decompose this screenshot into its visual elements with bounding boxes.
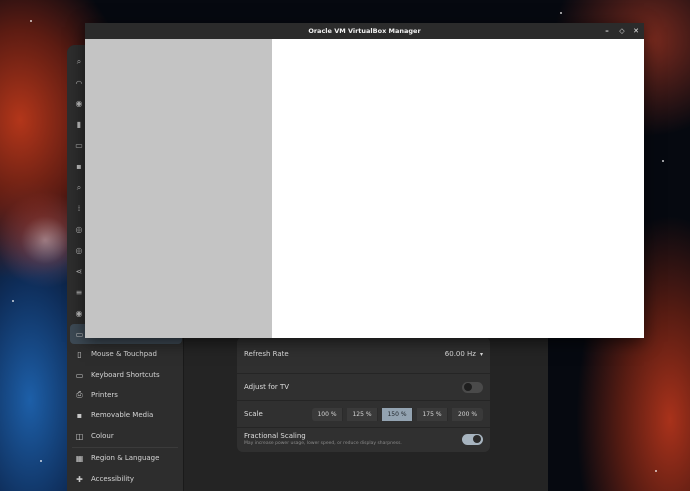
media-icon: ▪ <box>76 410 83 420</box>
privacy-icon[interactable]: ◎ <box>74 246 84 256</box>
search-icon[interactable]: ⌕ <box>74 57 84 67</box>
sidebar-item-label: Removable Media <box>91 411 154 419</box>
vm-list-pane[interactable] <box>85 39 272 338</box>
display-settings-panel: Refresh Rate 60.00 Hz ▾ Adjust for TV Sc… <box>237 337 490 452</box>
notifications-icon[interactable]: ◎ <box>74 225 84 235</box>
printer-icon: ⎙ <box>76 390 83 399</box>
fractional-scaling-text: Fractional Scaling May increase power us… <box>244 432 402 446</box>
vm-details-pane <box>272 39 644 338</box>
sidebar-item-label: Region & Language <box>91 454 160 462</box>
sidebar-item-label: Colour <box>91 432 114 440</box>
adjust-tv-toggle[interactable] <box>462 381 483 393</box>
network-icon[interactable]: ◉ <box>74 99 84 109</box>
scale-option-125[interactable]: 125 % <box>347 407 378 421</box>
chevron-down-icon[interactable]: ▾ <box>480 351 483 358</box>
bluetooth-icon[interactable]: ▮ <box>74 120 84 130</box>
minimize-icon[interactable]: – <box>600 23 614 39</box>
sidebar-item-label: Accessibility <box>91 475 135 483</box>
sidebar-item-accessibility[interactable]: ✚ Accessibility <box>70 469 182 489</box>
sharing-icon[interactable]: ⋖ <box>74 267 84 277</box>
search-icon[interactable]: ⌕ <box>74 183 84 193</box>
region-icon: ▦ <box>75 453 84 463</box>
scale-label: Scale <box>244 410 263 418</box>
sidebar-item-label: Mouse & Touchpad <box>91 350 157 358</box>
scale-option-150[interactable]: 150 % <box>382 407 413 421</box>
adjust-tv-row: Adjust for TV <box>237 374 490 400</box>
refresh-rate-value: 60.00 Hz <box>444 350 476 358</box>
sidebar-item-label: Keyboard Shortcuts <box>91 371 160 379</box>
window-title: Oracle VM VirtualBox Manager <box>308 27 421 35</box>
sidebar-item-printers[interactable]: ⎙ Printers <box>70 385 182 405</box>
sidebar-item-mouse[interactable]: ▯ Mouse & Touchpad <box>70 344 182 364</box>
refresh-rate-label: Refresh Rate <box>244 350 289 358</box>
scale-row: Scale 100 % 125 % 150 % 175 % 200 % <box>237 401 490 427</box>
sidebar-item-keyboard[interactable]: ▭ Keyboard Shortcuts <box>70 365 182 385</box>
sidebar-item-region[interactable]: ▦ Region & Language <box>70 448 182 468</box>
scale-option-200[interactable]: 200 % <box>452 407 483 421</box>
power-icon[interactable]: ◉ <box>74 309 84 319</box>
close-icon[interactable]: ✕ <box>629 23 643 39</box>
fractional-scaling-toggle[interactable] <box>462 433 483 445</box>
sidebar-item-label: Printers <box>91 391 118 399</box>
wifi-icon[interactable]: ◠ <box>74 79 84 89</box>
scale-option-175[interactable]: 175 % <box>417 407 448 421</box>
maximize-icon[interactable]: ◇ <box>615 23 629 39</box>
scale-option-100[interactable]: 100 % <box>312 407 343 421</box>
virtualbox-window: Oracle VM VirtualBox Manager – ◇ ✕ <box>85 23 644 338</box>
mouse-icon: ▯ <box>77 349 82 359</box>
refresh-rate-row[interactable]: Refresh Rate 60.00 Hz ▾ <box>237 341 490 367</box>
adjust-tv-label: Adjust for TV <box>244 383 290 391</box>
fractional-scaling-sub: May increase power usage, lower speed, o… <box>244 441 402 446</box>
apps-icon[interactable]: ⁞ <box>74 204 84 214</box>
sidebar-item-removable-media[interactable]: ▪ Removable Media <box>70 405 182 425</box>
display-icon[interactable]: ▭ <box>74 141 84 151</box>
fractional-scaling-row: Fractional Scaling May increase power us… <box>237 426 490 452</box>
fractional-scaling-label: Fractional Scaling <box>244 432 306 440</box>
keyboard-icon: ▭ <box>75 370 84 380</box>
accessibility-icon: ✚ <box>76 474 83 484</box>
sliders-icon[interactable]: ≡ <box>74 288 84 298</box>
displays-icon: ▭ <box>75 329 84 339</box>
colour-icon: ◫ <box>75 431 84 441</box>
title-bar[interactable]: Oracle VM VirtualBox Manager – ◇ ✕ <box>85 23 644 39</box>
sound-icon[interactable]: ▪ <box>74 162 84 172</box>
sidebar-item-colour[interactable]: ◫ Colour <box>70 426 182 446</box>
scale-selector: 100 % 125 % 150 % 175 % 200 % <box>312 407 483 421</box>
